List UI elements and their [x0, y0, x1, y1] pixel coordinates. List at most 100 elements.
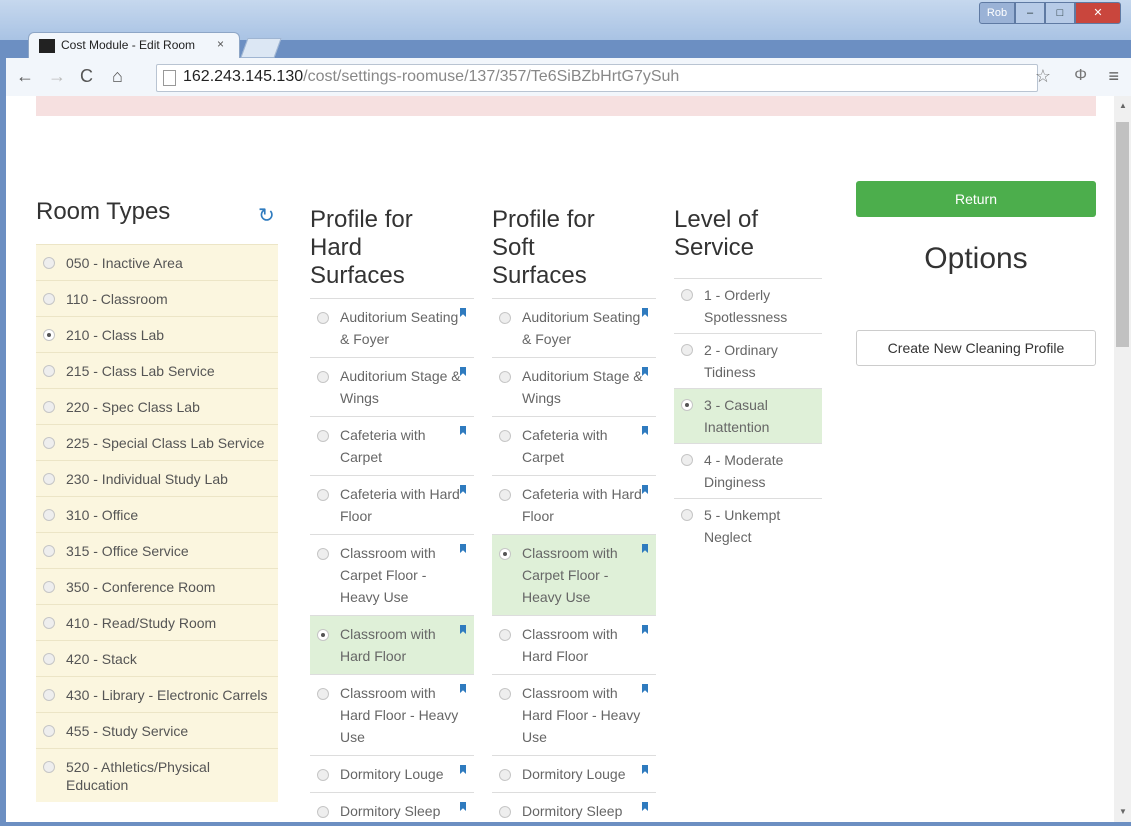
- hard-profile-item[interactable]: Cafeteria with Carpet: [310, 416, 474, 475]
- radio-button[interactable]: [317, 548, 329, 560]
- radio-button[interactable]: [43, 617, 55, 629]
- radio-button[interactable]: [499, 489, 511, 501]
- radio-button[interactable]: [317, 312, 329, 324]
- soft-profile-item[interactable]: Dormitory Sleep Study: [492, 792, 656, 822]
- vertical-scrollbar[interactable]: ▲ ▼: [1114, 96, 1131, 822]
- radio-button[interactable]: [499, 312, 511, 324]
- hard-profile-item[interactable]: Auditorium Seating & Foyer: [310, 298, 474, 357]
- bookmark-icon[interactable]: [460, 684, 466, 693]
- radio-button[interactable]: [43, 761, 55, 773]
- bookmark-icon[interactable]: [460, 485, 466, 494]
- radio-button-selected[interactable]: [499, 548, 511, 560]
- radio-button[interactable]: [43, 689, 55, 701]
- radio-button[interactable]: [499, 688, 511, 700]
- scrollbar-thumb[interactable]: [1116, 122, 1129, 347]
- room-type-item[interactable]: 225 - Special Class Lab Service: [36, 424, 278, 460]
- room-type-item[interactable]: 315 - Office Service: [36, 532, 278, 568]
- radio-button[interactable]: [317, 688, 329, 700]
- radio-button[interactable]: [43, 365, 55, 377]
- room-type-item[interactable]: 310 - Office: [36, 496, 278, 532]
- bookmark-icon[interactable]: [642, 684, 648, 693]
- hard-profile-item[interactable]: Classroom with Carpet Floor - Heavy Use: [310, 534, 474, 615]
- radio-button[interactable]: [499, 430, 511, 442]
- home-icon[interactable]: ⌂: [112, 66, 123, 87]
- radio-button[interactable]: [317, 806, 329, 818]
- room-type-item[interactable]: 410 - Read/Study Room: [36, 604, 278, 640]
- radio-button[interactable]: [43, 257, 55, 269]
- minimize-icon[interactable]: –: [1015, 2, 1045, 24]
- radio-button[interactable]: [43, 437, 55, 449]
- bookmark-icon[interactable]: [460, 544, 466, 553]
- new-tab-button[interactable]: [240, 38, 282, 58]
- soft-profile-item[interactable]: Auditorium Stage & Wings: [492, 357, 656, 416]
- radio-button[interactable]: [499, 769, 511, 781]
- radio-button[interactable]: [681, 509, 693, 521]
- room-type-item[interactable]: 110 - Classroom: [36, 280, 278, 316]
- radio-button[interactable]: [43, 725, 55, 737]
- radio-button[interactable]: [43, 401, 55, 413]
- soft-profile-item[interactable]: Classroom with Hard Floor - Heavy Use: [492, 674, 656, 755]
- hard-profile-item-selected[interactable]: Classroom with Hard Floor: [310, 615, 474, 674]
- address-bar[interactable]: 162.243.145.130/cost/settings-roomuse/13…: [156, 64, 1038, 92]
- radio-button[interactable]: [43, 653, 55, 665]
- back-icon[interactable]: ←: [16, 66, 34, 87]
- reload-icon[interactable]: C: [80, 66, 93, 87]
- radio-button[interactable]: [43, 545, 55, 557]
- room-type-item[interactable]: 050 - Inactive Area: [36, 244, 278, 280]
- soft-profile-item[interactable]: Classroom with Hard Floor: [492, 615, 656, 674]
- bookmark-icon[interactable]: [460, 765, 466, 774]
- bookmark-icon[interactable]: [460, 802, 466, 811]
- soft-profile-item[interactable]: Auditorium Seating & Foyer: [492, 298, 656, 357]
- radio-button[interactable]: [681, 344, 693, 356]
- soft-profile-item-selected[interactable]: Classroom with Carpet Floor - Heavy Use: [492, 534, 656, 615]
- bookmark-icon[interactable]: [460, 367, 466, 376]
- room-type-item[interactable]: 210 - Class Lab: [36, 316, 278, 352]
- room-type-item[interactable]: 520 - Athletics/Physical Education: [36, 748, 278, 802]
- service-level-item[interactable]: 4 - Moderate Dinginess: [674, 443, 822, 498]
- radio-button[interactable]: [43, 509, 55, 521]
- bookmark-icon[interactable]: [642, 485, 648, 494]
- soft-profile-item[interactable]: Dormitory Louge: [492, 755, 656, 792]
- tab-close-icon[interactable]: ×: [217, 37, 224, 51]
- radio-button[interactable]: [499, 371, 511, 383]
- bookmark-icon[interactable]: [642, 367, 648, 376]
- hard-profile-item[interactable]: Dormitory Sleep Study: [310, 792, 474, 822]
- radio-button[interactable]: [317, 769, 329, 781]
- soft-profile-item[interactable]: Cafeteria with Carpet: [492, 416, 656, 475]
- soft-profile-item[interactable]: Cafeteria with Hard Floor: [492, 475, 656, 534]
- radio-button[interactable]: [43, 293, 55, 305]
- profile-button[interactable]: Rob: [979, 2, 1015, 24]
- service-level-item[interactable]: 5 - Unkempt Neglect: [674, 498, 822, 553]
- return-button[interactable]: Return: [856, 181, 1096, 217]
- maximize-icon[interactable]: □: [1045, 2, 1075, 24]
- hard-profile-item[interactable]: Dormitory Louge: [310, 755, 474, 792]
- service-level-item[interactable]: 2 - Ordinary Tidiness: [674, 333, 822, 388]
- bookmark-icon[interactable]: [642, 765, 648, 774]
- radio-button-selected[interactable]: [681, 399, 693, 411]
- room-type-item[interactable]: 350 - Conference Room: [36, 568, 278, 604]
- hard-profile-item[interactable]: Classroom with Hard Floor - Heavy Use: [310, 674, 474, 755]
- radio-button[interactable]: [499, 629, 511, 641]
- bookmark-icon[interactable]: [642, 426, 648, 435]
- room-type-item[interactable]: 220 - Spec Class Lab: [36, 388, 278, 424]
- window-close-icon[interactable]: ✕: [1075, 2, 1121, 24]
- service-level-item[interactable]: 1 - Orderly Spotlessness: [674, 278, 822, 333]
- radio-button[interactable]: [499, 806, 511, 818]
- radio-button[interactable]: [43, 473, 55, 485]
- room-type-item[interactable]: 420 - Stack: [36, 640, 278, 676]
- forward-icon[interactable]: →: [48, 66, 66, 87]
- room-type-item[interactable]: 215 - Class Lab Service: [36, 352, 278, 388]
- service-level-item-selected[interactable]: 3 - Casual Inattention: [674, 388, 822, 443]
- bookmark-icon[interactable]: [642, 544, 648, 553]
- bookmark-icon[interactable]: [642, 625, 648, 634]
- hard-profile-item[interactable]: Auditorium Stage & Wings: [310, 357, 474, 416]
- browser-tab[interactable]: Cost Module - Edit Room ×: [28, 32, 240, 59]
- bookmark-icon[interactable]: [460, 308, 466, 317]
- scroll-down-icon[interactable]: ▼: [1119, 807, 1127, 816]
- hard-profile-item[interactable]: Cafeteria with Hard Floor: [310, 475, 474, 534]
- refresh-icon[interactable]: ↻: [258, 203, 275, 228]
- bookmark-icon[interactable]: [460, 625, 466, 634]
- bookmark-icon[interactable]: [642, 308, 648, 317]
- room-type-item[interactable]: 230 - Individual Study Lab: [36, 460, 278, 496]
- room-type-item[interactable]: 430 - Library - Electronic Carrels: [36, 676, 278, 712]
